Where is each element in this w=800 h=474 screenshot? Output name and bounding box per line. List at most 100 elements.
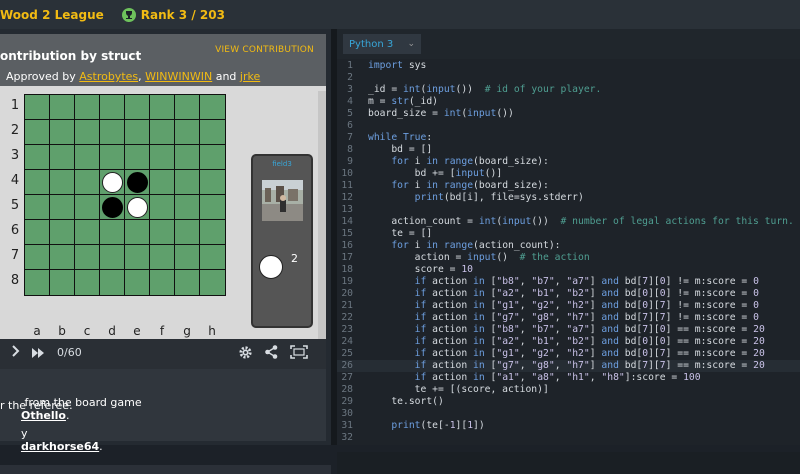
board-cell bbox=[125, 220, 150, 245]
code-line[interactable]: 3 _id = int(input()) # id of your player. bbox=[337, 84, 800, 96]
code-area[interactable]: 1 import sys 2 3 _id = int(input()) # id of … bbox=[337, 60, 800, 452]
code-line[interactable]: 29 te.sort() bbox=[337, 396, 800, 408]
league-name[interactable]: Wood 2 League bbox=[0, 8, 104, 22]
line-number: 15 bbox=[341, 228, 353, 239]
description-text: y bbox=[20, 427, 28, 440]
board-cell bbox=[125, 120, 150, 145]
column-label: e bbox=[133, 324, 141, 338]
board-cell bbox=[125, 145, 150, 170]
code-line[interactable]: 16 for i in range(action_count): bbox=[337, 240, 800, 252]
board-cell bbox=[200, 270, 225, 295]
line-number: 26 bbox=[341, 360, 353, 371]
code-line[interactable]: 7 while True: bbox=[337, 132, 800, 144]
player-disc-icon bbox=[259, 255, 283, 279]
code-line[interactable]: 31 print(te[-1][1]) bbox=[337, 420, 800, 432]
author-link[interactable]: darkhorse64 bbox=[21, 440, 99, 453]
row-label: 7 bbox=[10, 248, 20, 263]
code-text: te.sort() bbox=[368, 396, 444, 407]
board-cell bbox=[200, 220, 225, 245]
line-number: 31 bbox=[341, 420, 353, 431]
code-line[interactable]: 9 for i in range(board_size): bbox=[337, 156, 800, 168]
board-cell bbox=[150, 270, 175, 295]
column-label: f bbox=[159, 324, 165, 338]
rank-label[interactable]: Rank 3 / 203 bbox=[141, 8, 225, 22]
line-number: 9 bbox=[347, 156, 353, 167]
code-line[interactable]: 25 if action in ["g1", "g2", "h2"] and b… bbox=[337, 348, 800, 360]
code-line[interactable]: 6 bbox=[337, 120, 800, 132]
board-cell bbox=[100, 245, 125, 270]
column-label: b bbox=[58, 324, 66, 338]
code-text: te += [(score, action)] bbox=[368, 384, 549, 395]
board-cell bbox=[100, 270, 125, 295]
line-number: 24 bbox=[341, 336, 353, 347]
line-number: 29 bbox=[341, 396, 353, 407]
contribution-title: ontribution by struct bbox=[0, 49, 142, 63]
line-number: 13 bbox=[341, 204, 353, 215]
board-cell bbox=[75, 95, 100, 120]
editor-toolbar: Python 3 ⌄ bbox=[337, 29, 800, 59]
viewer-scrollbar[interactable] bbox=[318, 91, 326, 339]
code-line[interactable]: 5 board_size = int(input()) bbox=[337, 108, 800, 120]
code-line[interactable]: 22 if action in ["g7", "g8", "h7"] and b… bbox=[337, 312, 800, 324]
line-number: 5 bbox=[347, 108, 353, 119]
code-line[interactable]: 30 bbox=[337, 408, 800, 420]
code-line[interactable]: 2 bbox=[337, 72, 800, 84]
code-line[interactable]: 14 action_count = int(input()) # number … bbox=[337, 216, 800, 228]
fast-forward-icon[interactable] bbox=[32, 347, 44, 361]
code-line[interactable]: 15 te = [] bbox=[337, 228, 800, 240]
approver-separator: , bbox=[138, 70, 142, 83]
code-text: print(te[-1][1]) bbox=[391, 420, 485, 431]
code-line[interactable]: 20 if action in ["a2", "b1", "b2"] and b… bbox=[337, 288, 800, 300]
row-label: 8 bbox=[10, 273, 20, 288]
approver-link[interactable]: WINWINWIN bbox=[145, 70, 212, 83]
top-bar: Wood 2 League Rank 3 / 203 bbox=[0, 0, 800, 29]
language-select[interactable]: Python 3 ⌄ bbox=[343, 34, 421, 54]
line-number: 23 bbox=[341, 324, 353, 335]
line-number: 1 bbox=[347, 60, 353, 71]
board-cell bbox=[200, 195, 225, 220]
code-text: action = input() # the action bbox=[368, 252, 590, 263]
code-line[interactable]: 32 bbox=[337, 432, 800, 444]
code-line[interactable]: 19 if action in ["b8", "b7", "a7"] and b… bbox=[337, 276, 800, 288]
line-number: 10 bbox=[341, 168, 353, 179]
code-line[interactable]: 23 if action in ["b8", "b7", "a7"] and b… bbox=[337, 324, 800, 336]
code-line[interactable]: 4 m = str(_id) bbox=[337, 96, 800, 108]
black-disc bbox=[102, 197, 123, 218]
code-line[interactable]: 10 bd += [input()] bbox=[337, 168, 800, 180]
approver-link[interactable]: Astrobytes bbox=[79, 70, 138, 83]
code-line[interactable]: 18 score = 10 bbox=[337, 264, 800, 276]
line-number: 20 bbox=[341, 288, 353, 299]
line-number: 21 bbox=[341, 300, 353, 311]
code-line[interactable]: 27 if action in ["a1", "a8", "h1", "h8"]… bbox=[337, 372, 800, 384]
white-disc bbox=[102, 172, 123, 193]
row-label: 3 bbox=[10, 148, 20, 163]
code-line[interactable]: 13 bbox=[337, 204, 800, 216]
settings-gear-icon[interactable] bbox=[238, 345, 253, 363]
fullscreen-icon[interactable] bbox=[290, 345, 308, 362]
code-line[interactable]: 24 if action in ["a2", "b1", "b2"] and b… bbox=[337, 336, 800, 348]
code-line[interactable]: 26 if action in ["g7", "g8", "h7"] and b… bbox=[337, 360, 800, 372]
viewer-panel: ontribution by struct VIEW CONTRIBUTION … bbox=[0, 29, 331, 474]
play-icon[interactable] bbox=[11, 345, 20, 360]
code-line[interactable]: 1 import sys bbox=[337, 60, 800, 72]
view-contribution-link[interactable]: VIEW CONTRIBUTION bbox=[215, 45, 314, 55]
code-text: if action in ["g7", "g8", "h7"] and bd[7… bbox=[414, 312, 759, 323]
board-cell bbox=[150, 245, 175, 270]
code-text: bd += [input()] bbox=[368, 168, 503, 179]
code-text: _id = int(input()) # id of your player. bbox=[368, 84, 602, 95]
line-number: 6 bbox=[347, 120, 353, 131]
code-line[interactable]: 17 action = input() # the action bbox=[337, 252, 800, 264]
code-line[interactable]: 28 te += [(score, action)] bbox=[337, 384, 800, 396]
board-cell bbox=[175, 195, 200, 220]
code-line[interactable]: 21 if action in ["g1", "g2", "h2"] and b… bbox=[337, 300, 800, 312]
board-cell bbox=[75, 145, 100, 170]
code-line[interactable]: 12 print(bd[i], file=sys.stderr) bbox=[337, 192, 800, 204]
code-line[interactable]: 11 for i in range(board_size): bbox=[337, 180, 800, 192]
line-number: 25 bbox=[341, 348, 353, 359]
language-value: Python 3 bbox=[349, 38, 394, 50]
code-line[interactable]: 8 bd = [] bbox=[337, 144, 800, 156]
share-icon[interactable] bbox=[265, 345, 278, 362]
code-text: score = 10 bbox=[368, 264, 473, 275]
approver-link[interactable]: jrke bbox=[240, 70, 260, 83]
board-cell bbox=[75, 120, 100, 145]
